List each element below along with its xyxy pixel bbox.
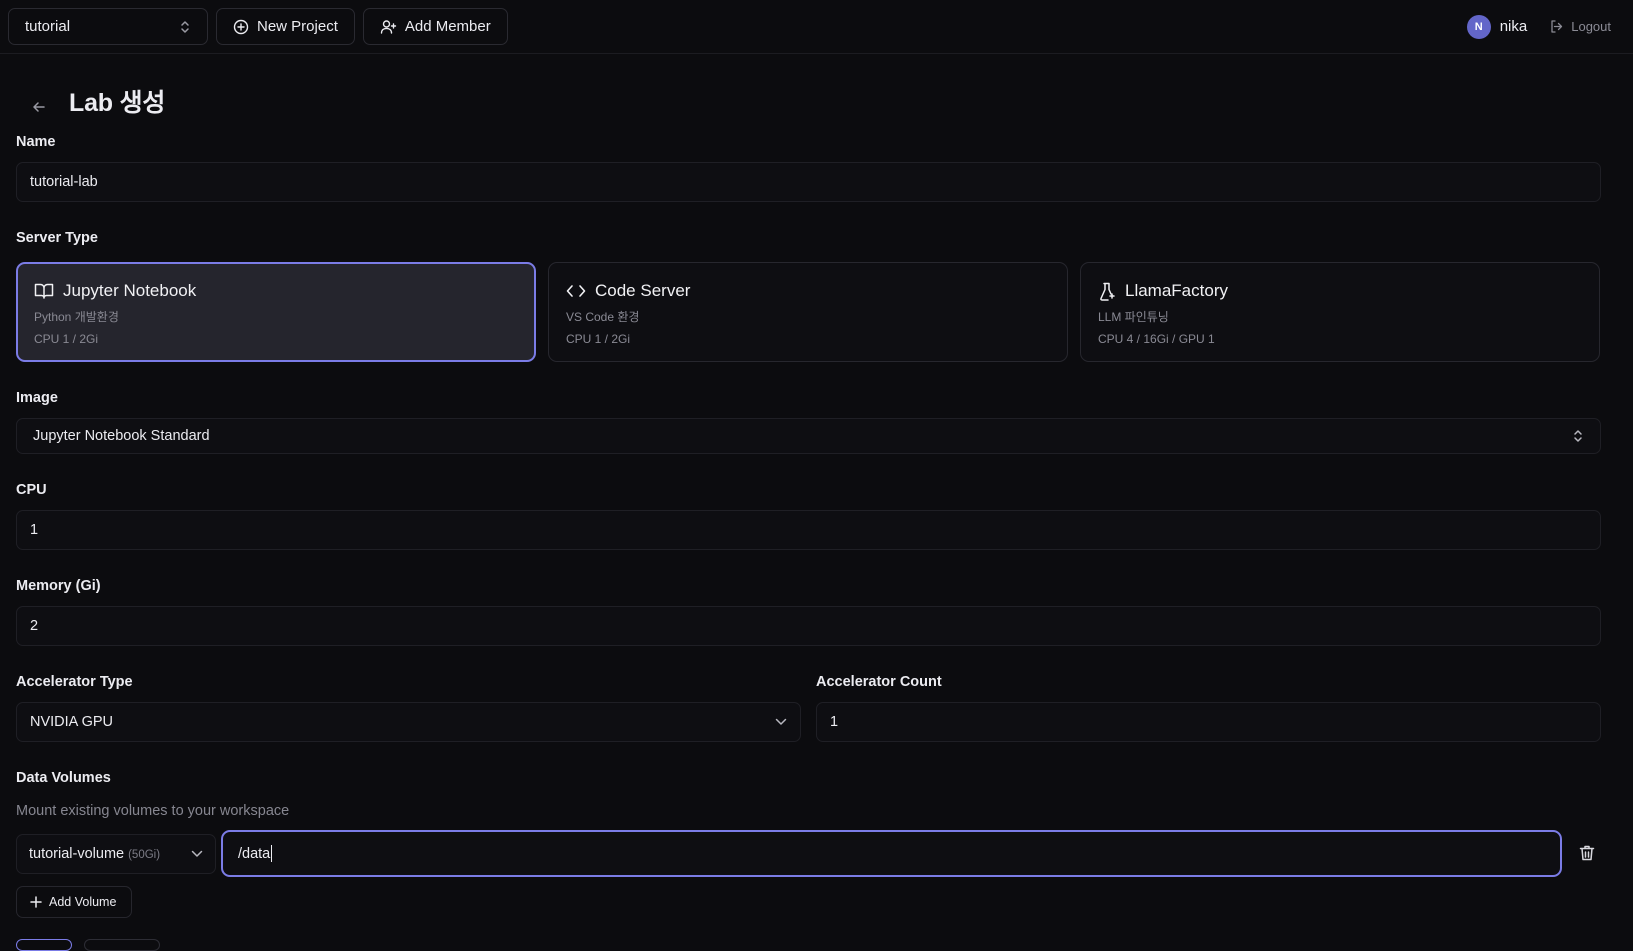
data-volumes-label: Data Volumes xyxy=(16,770,111,786)
volume-size: (50Gi) xyxy=(128,849,161,861)
mount-path-input[interactable]: /data xyxy=(221,830,1562,877)
server-type-code-server[interactable]: Code Server VS Code 환경 CPU 1 / 2Gi xyxy=(548,262,1068,362)
secondary-action-button[interactable] xyxy=(84,939,160,951)
accelerator-type-value: NVIDIA GPU xyxy=(30,714,113,730)
memory-label: Memory (Gi) xyxy=(16,578,101,594)
image-label: Image xyxy=(16,390,58,406)
flask-icon xyxy=(1100,282,1115,301)
server-type-spec: CPU 1 / 2Gi xyxy=(566,332,631,346)
image-select-value: Jupyter Notebook Standard xyxy=(33,428,210,444)
trash-icon[interactable] xyxy=(1578,844,1596,862)
server-type-description: LLM 파인튜닝 xyxy=(1098,310,1169,324)
accelerator-type-label: Accelerator Type xyxy=(16,674,133,690)
name-label: Name xyxy=(16,134,56,150)
name-input[interactable]: tutorial-lab xyxy=(16,162,1601,202)
accelerator-type-select[interactable]: NVIDIA GPU xyxy=(16,702,801,742)
server-type-llama-title: LlamaFactory xyxy=(1098,281,1582,301)
server-type-code-title: Code Server xyxy=(566,281,1050,301)
text-cursor xyxy=(271,845,273,862)
accelerator-count-label: Accelerator Count xyxy=(816,674,942,690)
volume-name: tutorial-volume xyxy=(29,846,125,862)
code-icon xyxy=(566,285,586,297)
server-type-name: LlamaFactory xyxy=(1125,281,1228,300)
server-type-spec: CPU 4 / 16Gi / GPU 1 xyxy=(1098,332,1215,346)
memory-input[interactable]: 2 xyxy=(16,606,1601,646)
data-volumes-description: Mount existing volumes to your workspace xyxy=(16,803,290,819)
plus-icon xyxy=(30,896,42,908)
cpu-label: CPU xyxy=(16,482,47,498)
server-type-jupyter-title: Jupyter Notebook xyxy=(34,281,518,301)
server-type-name: Code Server xyxy=(595,281,691,300)
book-open-icon xyxy=(34,283,54,299)
volume-select[interactable]: tutorial-volume (50Gi) xyxy=(16,834,216,874)
volume-select-value: tutorial-volume (50Gi) xyxy=(29,846,160,862)
image-select[interactable]: Jupyter Notebook Standard xyxy=(16,418,1601,454)
server-type-description: VS Code 환경 xyxy=(566,310,640,324)
server-type-name: Jupyter Notebook xyxy=(63,281,197,300)
form-fields: Name tutorial-lab Server Type Jupyter No… xyxy=(16,0,1601,951)
mount-path-value: /data xyxy=(238,845,271,862)
chevron-down-icon xyxy=(191,850,203,857)
server-type-jupyter[interactable]: Jupyter Notebook Python 개발환경 CPU 1 / 2Gi xyxy=(16,262,536,362)
cpu-input[interactable]: 1 xyxy=(16,510,1601,550)
add-volume-label: Add Volume xyxy=(49,895,117,909)
add-volume-button[interactable]: Add Volume xyxy=(16,886,132,918)
chevrons-up-down-icon xyxy=(1574,430,1582,442)
chevron-down-icon xyxy=(775,718,787,725)
server-type-llamafactory[interactable]: LlamaFactory LLM 파인튜닝 CPU 4 / 16Gi / GPU… xyxy=(1080,262,1600,362)
server-type-label: Server Type xyxy=(16,230,98,246)
server-type-spec: CPU 1 / 2Gi xyxy=(34,332,99,346)
server-type-description: Python 개발환경 xyxy=(34,310,119,324)
primary-action-button[interactable] xyxy=(16,939,72,951)
accelerator-count-input[interactable]: 1 xyxy=(816,702,1601,742)
